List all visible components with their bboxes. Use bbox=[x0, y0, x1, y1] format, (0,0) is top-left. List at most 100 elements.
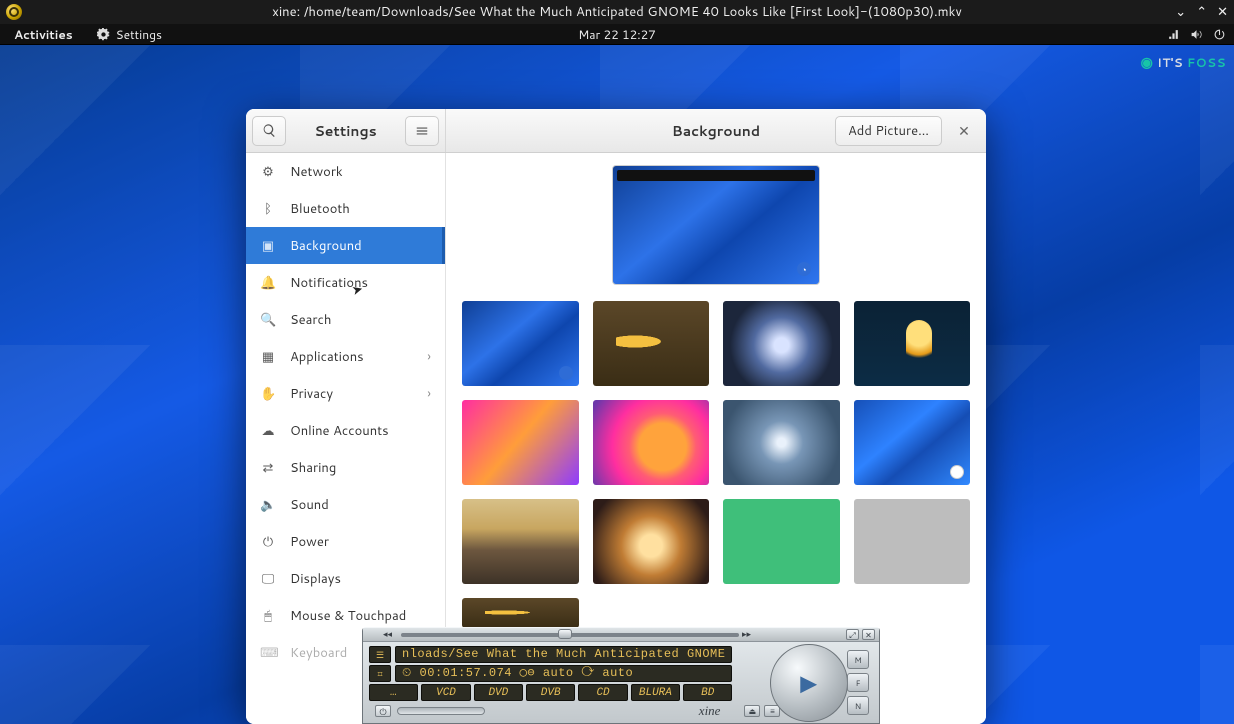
host-window-title: xine: /home/team/Downloads/See What the … bbox=[272, 3, 962, 21]
panel-tray[interactable] bbox=[1167, 28, 1226, 41]
sidebar-item-label: Mouse & Touchpad bbox=[290, 607, 406, 625]
activities-button[interactable]: Activities bbox=[8, 24, 79, 45]
headerbar-left: Settings bbox=[246, 109, 446, 152]
sidebar-item-displays[interactable]: 🖵Displays bbox=[246, 560, 445, 597]
xine-source-blura[interactable]: BLURA bbox=[631, 684, 680, 701]
wallpaper-thumb[interactable] bbox=[723, 301, 840, 386]
xine-play-dial[interactable]: ▶ bbox=[770, 644, 848, 722]
sidebar-item-label: Online Accounts bbox=[290, 422, 389, 440]
lcd-time-icon: ⌗ bbox=[369, 665, 391, 682]
sidebar-item-icon: ⇄ bbox=[260, 459, 276, 477]
xine-fullscreen-button[interactable]: F bbox=[847, 673, 869, 692]
sidebar-item-label: Keyboard bbox=[290, 644, 347, 662]
volume-icon bbox=[1190, 28, 1203, 41]
sidebar-item-online-accounts[interactable]: ☁ Online Accounts bbox=[246, 412, 445, 449]
xine-source-vcd[interactable]: VCD bbox=[421, 684, 470, 701]
sidebar-item-icon: 🔍 bbox=[260, 311, 276, 329]
xine-source-bd[interactable]: BD bbox=[683, 684, 732, 701]
seek-thumb[interactable] bbox=[558, 629, 572, 639]
sidebar-item-icon: 🖵 bbox=[260, 570, 276, 588]
xine-source-row: …VCDDVDDVBCDBLURABD bbox=[369, 684, 732, 701]
sidebar-item-notifications[interactable]: 🔔Notifications bbox=[246, 264, 445, 301]
sidebar-item-bluetooth[interactable]: ᛒ Bluetooth bbox=[246, 190, 445, 227]
sidebar-item-icon: ▣ bbox=[260, 237, 276, 255]
wallpaper-thumb[interactable] bbox=[462, 400, 579, 485]
wallpaper-thumb[interactable] bbox=[593, 301, 710, 386]
gnome-panel: Activities Settings Mar 22 12:27 bbox=[0, 24, 1234, 45]
sidebar-item-label: Sharing bbox=[290, 459, 336, 477]
sidebar-item-label: Background bbox=[290, 237, 362, 255]
sidebar-item-icon: 🖱 bbox=[260, 607, 276, 625]
sidebar-item-label: Search bbox=[290, 311, 331, 329]
sidebar-item-label: Sound bbox=[290, 496, 329, 514]
host-minimize-button[interactable]: ⌄ bbox=[1175, 3, 1186, 21]
current-background-preview[interactable]: ◔ bbox=[612, 165, 820, 285]
sidebar-item-label: Network bbox=[290, 163, 343, 181]
search-button[interactable] bbox=[252, 116, 286, 146]
host-maximize-button[interactable]: ⌃ bbox=[1196, 3, 1207, 21]
xine-source-dvb[interactable]: DVB bbox=[526, 684, 575, 701]
hamburger-button[interactable] bbox=[405, 116, 439, 146]
sidebar-item-icon: ▦ bbox=[260, 348, 276, 366]
headerbar-left-title: Settings bbox=[314, 121, 376, 141]
xine-next-button[interactable]: N bbox=[847, 696, 869, 715]
chevron-right-icon: › bbox=[427, 348, 431, 366]
headerbar-right: Background Add Picture… ✕ bbox=[446, 109, 986, 152]
sidebar-item-privacy[interactable]: ✋ Privacy › bbox=[246, 375, 445, 412]
sidebar-item-icon: 🔔 bbox=[260, 274, 276, 292]
panel-clock[interactable]: Mar 22 12:27 bbox=[578, 26, 656, 43]
lcd-time-text: ⏲ 00:01:57.074 ◯⊖ auto ⟳ auto bbox=[395, 665, 732, 682]
lcd-title-text: nloads/See What the Much Anticipated GNO… bbox=[395, 646, 732, 663]
wallpaper-thumb[interactable] bbox=[723, 499, 840, 584]
search-icon bbox=[262, 123, 277, 138]
xine-logo: xine bbox=[699, 703, 727, 719]
xine-transport-controls: ⏏ ≡ ▶ M F N bbox=[738, 642, 879, 723]
sidebar-item-search[interactable]: 🔍 Search bbox=[246, 301, 445, 338]
xine-iconify-button[interactable]: ⤢ bbox=[846, 629, 859, 640]
wallpaper-thumb[interactable] bbox=[854, 400, 971, 485]
sidebar-item-label: Privacy bbox=[290, 385, 333, 403]
xine-power-button[interactable]: ⏻ bbox=[375, 705, 391, 717]
host-close-button[interactable]: ✕ bbox=[1217, 3, 1228, 21]
wallpaper-thumb[interactable] bbox=[462, 499, 579, 584]
wallpaper-thumb[interactable] bbox=[462, 598, 579, 628]
sidebar-item-network[interactable]: ⚙Network bbox=[246, 153, 445, 190]
sidebar-item-power[interactable]: ⏻Power bbox=[246, 523, 445, 560]
power-icon bbox=[1213, 28, 1226, 41]
xine-source-…[interactable]: … bbox=[369, 684, 418, 701]
sidebar-item-icon: 🔈 bbox=[260, 496, 276, 514]
sidebar-item-applications[interactable]: ▦ Applications › bbox=[246, 338, 445, 375]
sidebar-item-sharing[interactable]: ⇄ Sharing bbox=[246, 449, 445, 486]
wallpaper-thumb[interactable] bbox=[723, 400, 840, 485]
background-grid bbox=[462, 301, 970, 584]
xine-source-cd[interactable]: CD bbox=[578, 684, 627, 701]
sidebar-item-icon: ✋ bbox=[260, 385, 276, 403]
clock-badge-icon: ◔ bbox=[797, 262, 811, 276]
lcd-title-icon: ☰ bbox=[369, 646, 391, 663]
xine-controller[interactable]: ⤢ ✕ ☰ nloads/See What the Much Anticipat… bbox=[362, 627, 880, 724]
sidebar-item-icon: ☁ bbox=[260, 422, 276, 440]
sidebar-item-icon: ⌨ bbox=[260, 644, 276, 662]
xine-mute-button[interactable]: M bbox=[847, 650, 869, 669]
sidebar-item-label: Applications bbox=[290, 348, 364, 366]
sidebar-item-sound[interactable]: 🔈 Sound bbox=[246, 486, 445, 523]
sidebar-item-label: Bluetooth bbox=[290, 200, 350, 218]
wallpaper-thumb[interactable] bbox=[854, 499, 971, 584]
xine-eject-button[interactable]: ⏏ bbox=[744, 705, 760, 717]
sidebar-item-background[interactable]: ▣ Background bbox=[246, 227, 445, 264]
chevron-right-icon: › bbox=[427, 385, 431, 403]
host-titlebar: xine: /home/team/Downloads/See What the … bbox=[0, 0, 1234, 24]
xine-close-button[interactable]: ✕ bbox=[862, 629, 875, 640]
wallpaper-thumb[interactable] bbox=[593, 400, 710, 485]
wallpaper-thumb[interactable] bbox=[854, 301, 971, 386]
xine-seek-bar[interactable]: ⤢ ✕ bbox=[363, 628, 879, 642]
xine-source-dvd[interactable]: DVD bbox=[474, 684, 523, 701]
wallpaper-thumb[interactable] bbox=[593, 499, 710, 584]
panel-app-menu[interactable]: Settings bbox=[97, 26, 162, 43]
gear-icon bbox=[97, 28, 110, 41]
window-close-button[interactable]: ✕ bbox=[950, 117, 978, 145]
wallpaper-thumb[interactable] bbox=[462, 301, 579, 386]
hamburger-icon bbox=[415, 124, 429, 138]
sidebar-item-icon: ᛒ bbox=[260, 200, 276, 218]
add-picture-button[interactable]: Add Picture… bbox=[835, 116, 942, 146]
